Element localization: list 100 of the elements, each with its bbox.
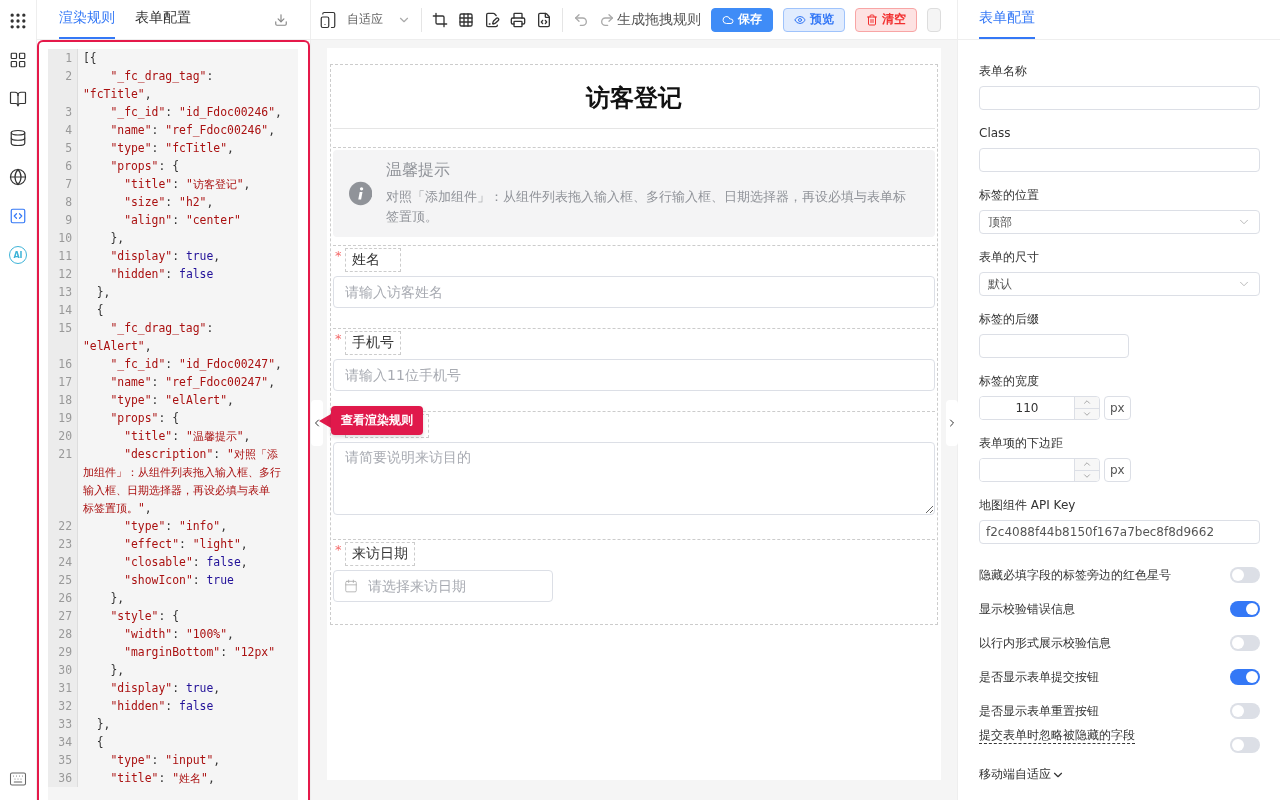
tab[interactable]: 表单配置 [979, 9, 1035, 39]
text-input[interactable]: f2c4088f44b8150f167a7bec8f8d9662 [979, 520, 1260, 544]
file-code-icon[interactable] [536, 11, 552, 28]
tab[interactable]: 渲染规则 [59, 9, 115, 39]
code-line: { [95, 734, 105, 751]
collapse-handle[interactable] [311, 400, 323, 446]
line-number: 16 [48, 355, 78, 373]
expand-link[interactable]: 移动端自适应 [979, 766, 1051, 783]
line-number: 9 [48, 211, 78, 229]
keyboard-icon[interactable] [9, 770, 27, 788]
line-number: 4 [48, 121, 78, 139]
toggle-switch[interactable] [1230, 601, 1260, 617]
required-mark: * [335, 542, 342, 557]
code-line: "_fc_id": "id_Fdoc00247", [109, 356, 283, 373]
code-line: }, [95, 284, 112, 301]
redo-icon[interactable] [599, 11, 615, 28]
unit-label: px [1104, 458, 1131, 482]
code-line: "_fc_drag_tag": "fcTitle", [82, 68, 215, 103]
alert-description: 对照「添加组件」：从组件列表拖入输入框、多行输入框、日期选择器，再设必填与表单标签置顶。 [386, 188, 908, 226]
generate-rules-link[interactable]: 生成拖拽规则 [617, 10, 701, 29]
line-number: 18 [48, 391, 78, 409]
textarea-field[interactable]: 请简要说明来访目的 [333, 442, 935, 515]
setting-label: 表单名称 [979, 63, 1028, 80]
number-field[interactable] [979, 458, 1100, 482]
code-line: { [95, 302, 105, 319]
line-number: 2 [48, 67, 78, 103]
device-icon[interactable] [319, 10, 337, 29]
grid-icon[interactable] [458, 11, 474, 28]
code-line: "type": "info", [123, 518, 229, 535]
tab[interactable]: 表单配置 [135, 9, 191, 39]
line-number: 7 [48, 175, 78, 193]
line-number: 30 [48, 661, 78, 679]
toggle-switch[interactable] [1230, 635, 1260, 651]
setting-label: 表单项的下边距 [979, 435, 1064, 452]
code-line: }, [109, 230, 126, 247]
setting-label: Class [979, 125, 1012, 142]
code-line: "type": "input", [109, 752, 222, 769]
undo-icon[interactable] [573, 11, 589, 28]
code-line: "size": "h2", [123, 194, 215, 211]
select-field[interactable]: 顶部 [979, 210, 1260, 234]
line-number: 31 [48, 679, 78, 697]
line-number: 33 [48, 715, 78, 733]
field-label: 手机号 [345, 331, 401, 355]
calendar-icon [344, 579, 358, 593]
number-field[interactable]: 110 [979, 396, 1100, 420]
setting-label: 地图组件 API Key [979, 497, 1077, 514]
line-number: 27 [48, 607, 78, 625]
print-icon[interactable] [510, 11, 526, 28]
text-input[interactable] [979, 86, 1260, 110]
toggle-switch[interactable] [1230, 703, 1260, 719]
code-line: "type": "fcTitle", [109, 140, 235, 157]
code-line: "props": { [109, 410, 181, 427]
code-line: "_fc_drag_tag": "elAlert", [82, 320, 215, 355]
edit-icon[interactable] [484, 11, 500, 28]
code-line: "title": "温馨提示", [123, 428, 252, 445]
code-line: "showIcon": true [123, 572, 235, 589]
field-label: 来访日期 [345, 542, 415, 566]
code-line: "display": true, [109, 248, 222, 265]
line-number: 3 [48, 103, 78, 121]
code-line: "width": "100%", [123, 626, 235, 643]
line-number: 34 [48, 733, 78, 751]
line-number: 29 [48, 643, 78, 661]
code-line: }, [95, 716, 112, 733]
line-number: 8 [48, 193, 78, 211]
code-line: "marginBottom": "12px" [123, 644, 277, 661]
code-line: "description": "对照「添 加组件」：从组件列表拖入输入框、多行 输入框、日期选择器，再设必填与表单 标签置顶。", [82, 446, 282, 517]
toggle-switch[interactable] [1230, 567, 1260, 583]
code-line: }, [109, 590, 126, 607]
eye-icon [794, 13, 806, 26]
line-number: 12 [48, 265, 78, 283]
line-number: 15 [48, 319, 78, 355]
line-number: 19 [48, 409, 78, 427]
code-line: "title": "姓名", [109, 770, 216, 787]
field-label: 姓名 [345, 248, 401, 272]
line-number: 11 [48, 247, 78, 265]
line-number: 26 [48, 589, 78, 607]
globe-icon[interactable] [7, 166, 29, 188]
form-title: 访客登记 [586, 82, 682, 114]
text-input[interactable] [979, 148, 1260, 172]
expand-handle[interactable] [946, 400, 958, 446]
date-picker[interactable]: 请选择来访日期 [333, 570, 553, 602]
device-select[interactable]: 自适应 [347, 11, 411, 28]
toggle-switch[interactable] [1230, 669, 1260, 685]
setting-label: 是否显示表单提交按钮 [979, 669, 1099, 686]
text-input[interactable]: 请输入11位手机号 [333, 359, 935, 391]
crop-icon[interactable] [432, 11, 448, 28]
line-number: 21 [48, 445, 78, 517]
toggle-switch[interactable] [1230, 737, 1260, 753]
line-number: 24 [48, 553, 78, 571]
setting-label: 隐藏必填字段的标签旁边的红色星号 [979, 567, 1171, 584]
setting-label: 标签的宽度 [979, 373, 1040, 390]
unit-label: px [1104, 396, 1131, 420]
text-input[interactable] [979, 334, 1129, 358]
code-line: "closable": false, [123, 554, 249, 571]
code-line: "title": "访客登记", [123, 176, 252, 193]
line-number: 20 [48, 427, 78, 445]
line-number: 17 [48, 373, 78, 391]
setting-label: 是否显示表单重置按钮 [979, 703, 1099, 720]
select-field[interactable]: 默认 [979, 272, 1260, 296]
text-input[interactable]: 请输入访客姓名 [333, 276, 935, 308]
